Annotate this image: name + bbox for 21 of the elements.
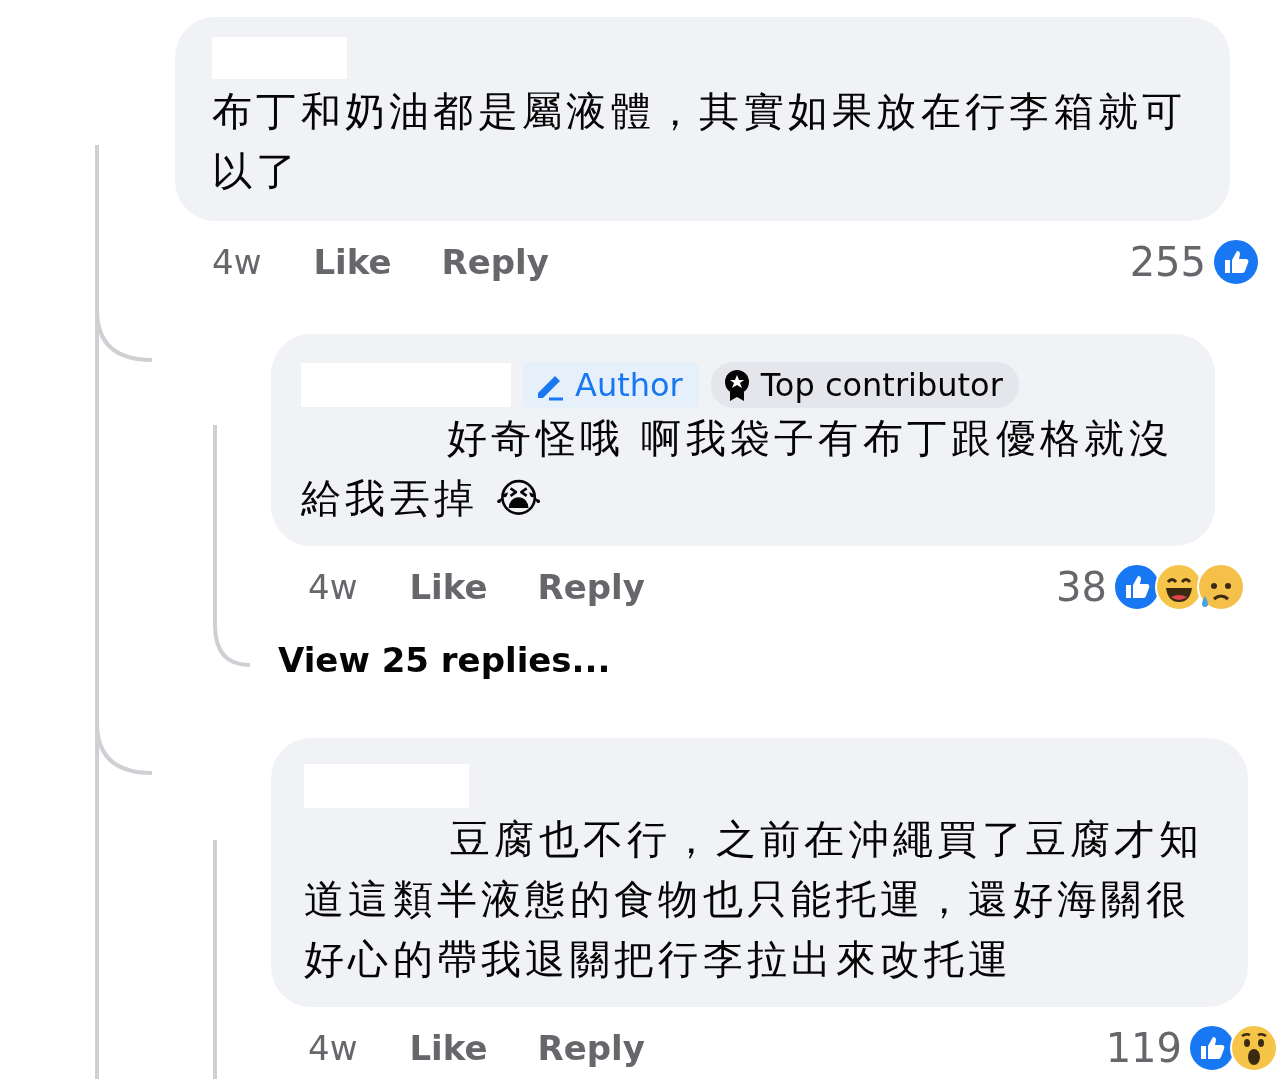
view-replies-link[interactable]: View 25 replies...	[278, 640, 1215, 680]
reaction-count: 38	[1056, 564, 1107, 610]
sad-face-icon	[1197, 563, 1245, 611]
like-button[interactable]: Like	[409, 1028, 488, 1068]
comment-time: 4w	[308, 567, 358, 607]
surprised-face-icon	[1230, 1024, 1278, 1072]
like-button[interactable]: Like	[409, 567, 488, 607]
comment-time: 4w	[212, 242, 262, 282]
author-badge: Author	[523, 362, 699, 408]
reply-button[interactable]: Reply	[537, 567, 645, 607]
comment-time: 4w	[308, 1028, 358, 1068]
like-button[interactable]: Like	[313, 242, 392, 282]
reply-button[interactable]: Reply	[441, 242, 549, 282]
reply-button[interactable]: Reply	[537, 1028, 645, 1068]
comment-text: 好奇怪哦 啊我袋子有布丁跟優格就沒給我丟掉 😭	[301, 415, 1173, 521]
comment-text: 布丁和奶油都是屬液體，其實如果放在行李箱就可以了	[212, 88, 1187, 194]
comment-text: 豆腐也不行，之前在沖繩買了豆腐才知道這類半液態的食物也只能托運，還好海關很好心的帶我退關把行李拉出來改托運	[304, 816, 1204, 982]
top-contributor-badge: Top contributor	[710, 362, 1019, 408]
like-icon	[1212, 238, 1260, 286]
reaction-count: 255	[1129, 239, 1206, 285]
reaction-count: 119	[1105, 1025, 1182, 1071]
